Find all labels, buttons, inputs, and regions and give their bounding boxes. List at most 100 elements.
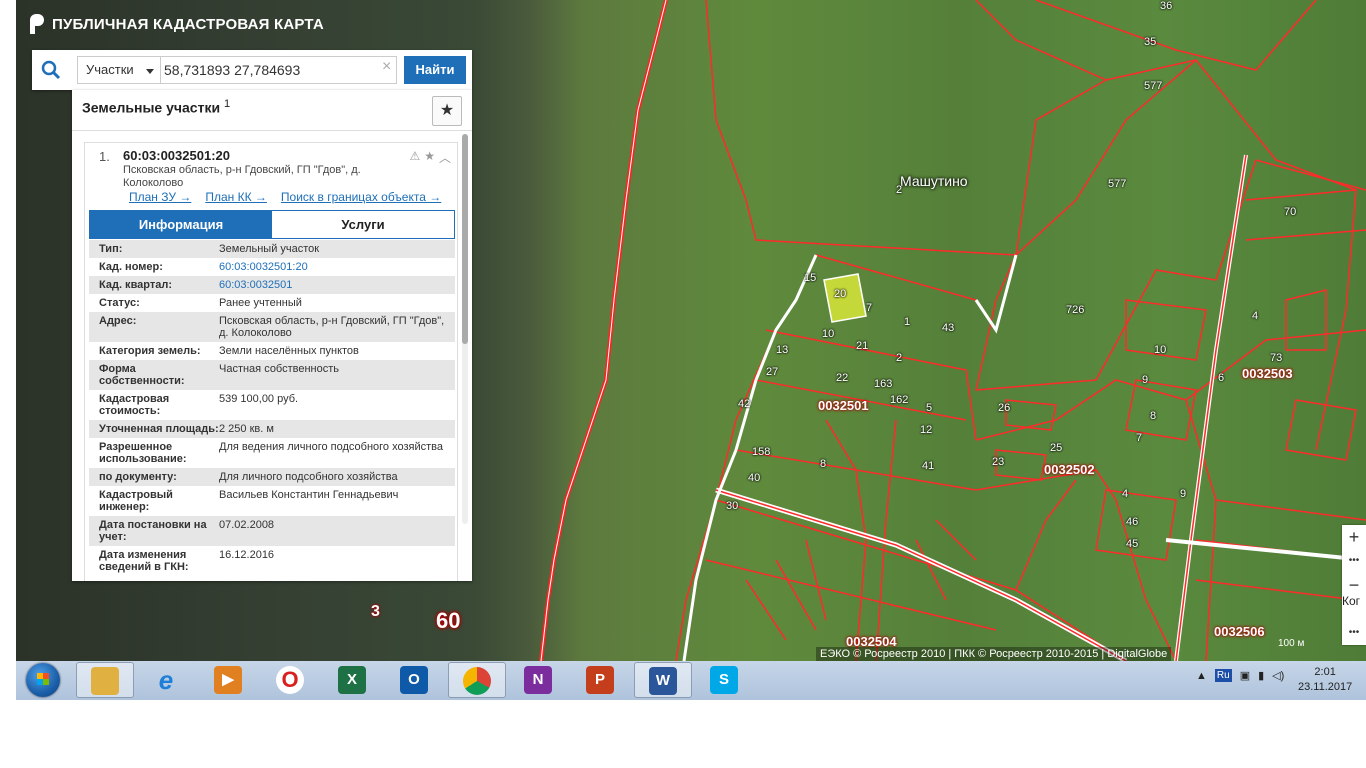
quarter-label: 0032502 <box>1044 462 1095 477</box>
plot-label: 9 <box>1142 374 1149 386</box>
attribute-value: Ранее учтенный <box>219 297 302 309</box>
search-icon[interactable] <box>40 59 62 81</box>
taskbar-skype-button[interactable]: S <box>696 662 754 698</box>
plan-zu-link[interactable]: План ЗУ → <box>129 190 191 204</box>
plot-label: 15 <box>804 272 817 284</box>
plot-label: 158 <box>752 446 771 458</box>
cad-number-title[interactable]: 60:03:0032501:20 <box>123 148 230 163</box>
attribute-row: Кад. квартал: 60:03:0032501 <box>89 276 455 294</box>
map-view[interactable]: Машутино 36 35 577 577 70 726 20 7 1 43 … <box>16 0 1366 661</box>
quarter-label: 0032501 <box>818 398 869 413</box>
district-number: 3 <box>371 603 380 620</box>
attribute-row: Кад. номер: 60:03:0032501:20 <box>89 258 455 276</box>
attribute-value: Земли населённых пунктов <box>219 345 359 357</box>
attribute-row: Дата постановки на учет: 07.02.2008 <box>89 516 455 546</box>
attribute-value: Для личного подсобного хозяйства <box>219 471 398 483</box>
attribute-key: Статус: <box>99 297 140 309</box>
result-card: 1. 60:03:0032501:20 Псковская область, р… <box>84 142 458 581</box>
info-tabs: Информация Услуги <box>89 210 455 239</box>
clock[interactable]: 2:01 23.11.2017 <box>1298 665 1352 695</box>
attribute-value: Васильев Константин Геннадьевич <box>219 489 399 501</box>
clock-time: 2:01 <box>1314 666 1336 678</box>
attribute-value[interactable]: 60:03:0032501 <box>219 279 455 291</box>
opera-icon: O <box>276 666 304 694</box>
panel-title: Земельные участки 1 <box>82 98 230 116</box>
find-button[interactable]: Найти <box>404 56 466 84</box>
logo-icon <box>30 14 44 34</box>
system-tray: ▲ Ru ▣ ▮ ◁) <box>1196 669 1284 682</box>
more-button[interactable]: ••• <box>1342 549 1366 573</box>
collapse-icon[interactable]: ︿ <box>439 149 451 166</box>
item-links: План ЗУ → План КК → Поиск в границах объ… <box>129 190 441 204</box>
zoom-control: + ••• − ••• <box>1342 525 1366 645</box>
outlook-icon: O <box>400 666 428 694</box>
plot-label: 1 <box>904 316 911 328</box>
panel-scrollbar[interactable] <box>462 134 468 524</box>
attribute-value: 2 250 кв. м <box>219 423 274 435</box>
road-main <box>715 487 1128 661</box>
plot-label: 12 <box>920 424 933 436</box>
item-address: Псковская область, р-н Гдовский, ГП "Гдо… <box>123 164 361 189</box>
road-north-link <box>974 254 1018 334</box>
ie-icon: e <box>158 665 174 695</box>
plot-label: 36 <box>1160 0 1173 12</box>
attribute-value: Частная собственность <box>219 363 340 375</box>
village-label: Машутино <box>900 173 968 189</box>
zoom-in-button[interactable]: + <box>1342 525 1366 549</box>
place-label: Ког <box>1342 594 1361 608</box>
taskbar-chrome-button[interactable] <box>448 662 506 698</box>
attribute-key: по документу: <box>99 471 177 483</box>
volume-icon[interactable]: ◁) <box>1272 669 1284 682</box>
plot-label: 4 <box>1122 488 1129 500</box>
search-type-select[interactable]: Участки <box>77 56 161 84</box>
tray-expand-icon[interactable]: ▲ <box>1196 670 1207 682</box>
taskbar-ie-button[interactable]: e <box>138 662 196 698</box>
taskbar-excel-button[interactable]: X <box>324 662 382 698</box>
power-icon[interactable]: ▮ <box>1258 669 1264 682</box>
plot-label: 27 <box>766 366 779 378</box>
plan-kk-link[interactable]: План КК → <box>205 190 267 204</box>
taskbar-onenote-button[interactable]: N <box>510 662 568 698</box>
taskbar-media-player-button[interactable]: ▶ <box>200 662 258 698</box>
scroll-thumb[interactable] <box>462 134 468 344</box>
plot-label: 162 <box>890 394 909 406</box>
attribute-key: Кадастровый инженер: <box>99 489 173 513</box>
language-indicator[interactable]: Ru <box>1214 669 1232 682</box>
plot-label: 23 <box>992 456 1005 468</box>
shoreline-boundary <box>539 0 668 661</box>
region-number: 60 <box>436 608 461 633</box>
search-bounds-link[interactable]: Поиск в границах объекта → <box>281 190 441 204</box>
warning-icon[interactable]: ⚠ <box>409 149 420 166</box>
plot-label: 726 <box>1066 304 1085 316</box>
plot-label: 40 <box>748 472 761 484</box>
plot-label: 4 <box>1252 310 1259 322</box>
taskbar-outlook-button[interactable]: O <box>386 662 444 698</box>
search-input[interactable]: 58,731893 27,784693 <box>154 56 397 84</box>
tab-services[interactable]: Услуги <box>272 211 454 238</box>
map-attribution: ЕЭКО © Росреестр 2010 | ПКК © Росреестр … <box>816 647 1172 661</box>
attribute-value: Псковская область, р-н Гдовский, ГП "Гдо… <box>219 315 445 339</box>
search-bar: Участки 58,731893 27,784693 × Найти <box>32 50 472 90</box>
app-title: ПУБЛИЧНАЯ КАДАСТРОВАЯ КАРТА <box>30 14 324 34</box>
taskbar-word-button[interactable]: W <box>634 662 692 698</box>
favorites-button[interactable]: ★ <box>432 96 462 126</box>
attribute-row: Кадастровая стоимость: 539 100,00 руб. <box>89 390 455 420</box>
plot-label: 8 <box>1150 410 1157 422</box>
word-icon: W <box>649 667 677 695</box>
attribute-value[interactable]: 60:03:0032501:20 <box>219 261 455 273</box>
network-icon[interactable]: ▣ <box>1240 669 1250 682</box>
item-actions: ⚠ ★ ︿ <box>409 149 451 166</box>
taskbar-explorer-button[interactable] <box>76 662 134 698</box>
more-button[interactable]: ••• <box>1342 621 1366 645</box>
star-icon[interactable]: ★ <box>424 149 435 166</box>
clear-icon[interactable]: × <box>382 58 391 76</box>
media-player-icon: ▶ <box>214 666 242 694</box>
chevron-down-icon <box>146 69 154 74</box>
start-button[interactable] <box>26 663 60 697</box>
tab-info[interactable]: Информация <box>90 211 272 238</box>
attribute-value: 07.02.2008 <box>219 519 275 531</box>
taskbar-opera-button[interactable]: O <box>262 662 320 698</box>
attribute-key: Дата изменения сведений в ГКН: <box>99 549 189 573</box>
plot-label: 10 <box>1154 344 1167 356</box>
taskbar-powerpoint-button[interactable]: P <box>572 662 630 698</box>
